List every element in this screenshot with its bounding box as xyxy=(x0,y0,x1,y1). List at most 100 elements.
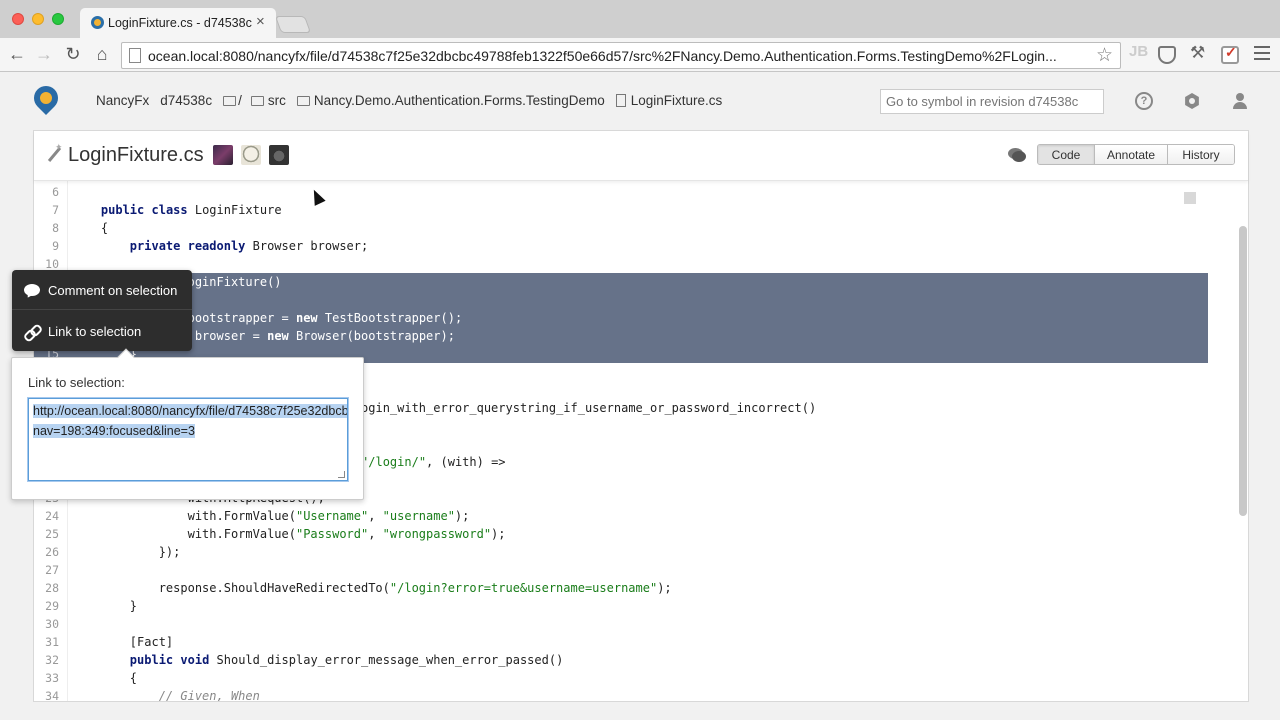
code-line[interactable]: 34 // Given, When xyxy=(34,687,1208,701)
browser-tab[interactable]: LoginFixture.cs - d74538c × xyxy=(80,8,276,38)
code-line[interactable]: 13 var bootstrapper = new TestBootstrapp… xyxy=(34,309,1208,327)
code-text: public void Should_display_error_message… xyxy=(129,653,564,667)
tools-extension-icon[interactable]: ⚒ xyxy=(1190,43,1208,62)
window-maximize-button[interactable] xyxy=(52,13,64,25)
code-line[interactable]: 27 xyxy=(34,561,1208,579)
tab-history[interactable]: History xyxy=(1168,145,1234,164)
settings-icon[interactable] xyxy=(1183,92,1201,110)
line-number[interactable]: 34 xyxy=(34,687,59,701)
code-line[interactable]: 33 { xyxy=(34,669,1208,687)
code-line[interactable]: 14 this.browser = new Browser(bootstrapp… xyxy=(34,327,1208,345)
line-number[interactable]: 30 xyxy=(34,615,59,633)
comment-on-selection-button[interactable]: Comment on selection xyxy=(12,272,192,308)
link-popover: Link to selection: http://ocean.local:80… xyxy=(11,348,364,500)
page-scrollbar[interactable] xyxy=(1239,226,1247,516)
line-number[interactable]: 7 xyxy=(34,201,59,219)
code-line[interactable]: 24 with.FormValue("Username", "username"… xyxy=(34,507,1208,525)
page-icon xyxy=(129,48,141,63)
address-bar[interactable]: ocean.local:8080/nancyfx/file/d74538c7f2… xyxy=(121,42,1121,69)
browser-menu-icon[interactable] xyxy=(1254,46,1270,64)
breadcrumb: NancyFx d74538c / src Nancy.Demo.Authent… xyxy=(96,93,722,108)
code-line[interactable]: 10 xyxy=(34,255,1208,273)
line-number[interactable]: 8 xyxy=(34,219,59,237)
code-text: private readonly Browser browser; xyxy=(129,239,369,253)
code-line[interactable]: 8 { xyxy=(34,219,1208,237)
tab-code[interactable]: Code xyxy=(1038,145,1095,164)
breadcrumb-revision[interactable]: d74538c xyxy=(160,93,212,108)
code-text: [Fact] xyxy=(72,635,174,649)
line-number[interactable]: 6 xyxy=(34,183,59,201)
folder-icon xyxy=(250,95,264,106)
view-toggle: Code Annotate History xyxy=(1037,144,1235,165)
bookmark-star-icon[interactable]: ☆ xyxy=(1096,44,1113,67)
favicon-icon xyxy=(91,16,104,29)
user-icon[interactable] xyxy=(1231,92,1249,110)
code-text: { xyxy=(72,671,138,685)
tab-close-icon[interactable]: × xyxy=(256,13,265,30)
link-icon xyxy=(24,325,40,339)
code-line[interactable]: 26 }); xyxy=(34,543,1208,561)
line-number[interactable]: 24 xyxy=(34,507,59,525)
code-line[interactable]: 11 public LoginFixture() xyxy=(34,273,1208,291)
app-logo-icon[interactable] xyxy=(29,81,63,115)
code-line[interactable]: 32 public void Should_display_error_mess… xyxy=(34,651,1208,669)
code-line[interactable]: 29 } xyxy=(34,597,1208,615)
code-text: with.FormValue("Password", "wrongpasswor… xyxy=(72,527,506,541)
new-tab-button[interactable] xyxy=(274,16,312,33)
line-number[interactable]: 29 xyxy=(34,597,59,615)
contributor-avatar[interactable] xyxy=(213,145,233,165)
code-line[interactable]: 6 xyxy=(34,183,1208,201)
contributor-avatar[interactable] xyxy=(241,145,261,165)
help-icon[interactable]: ? xyxy=(1135,92,1153,110)
line-number[interactable]: 25 xyxy=(34,525,59,543)
code-text: public class LoginFixture xyxy=(100,203,282,217)
menu-item-label: Link to selection xyxy=(48,324,142,339)
link-to-selection-button[interactable]: Link to selection xyxy=(12,313,192,349)
menu-divider xyxy=(12,309,192,310)
breadcrumb-repo[interactable]: NancyFx xyxy=(96,93,149,108)
code-line[interactable]: 7 public class LoginFixture xyxy=(34,201,1208,219)
app-header: NancyFx d74538c / src Nancy.Demo.Authent… xyxy=(0,72,1280,130)
line-number[interactable]: 28 xyxy=(34,579,59,597)
code-line[interactable]: 9 private readonly Browser browser; xyxy=(34,237,1208,255)
breadcrumb-project[interactable]: Nancy.Demo.Authentication.Forms.TestingD… xyxy=(314,93,605,108)
url-text[interactable]: ocean.local:8080/nancyfx/file/d74538c7f2… xyxy=(148,48,1088,64)
menu-item-label: Comment on selection xyxy=(48,283,178,298)
browser-tab-bar: LoginFixture.cs - d74538c × xyxy=(0,0,1280,38)
file-header: LoginFixture.cs Code Annotate History xyxy=(34,131,1248,181)
resize-handle[interactable] xyxy=(338,471,345,478)
window-close-button[interactable] xyxy=(12,13,24,25)
code-line[interactable]: 31 [Fact] xyxy=(34,633,1208,651)
pocket-extension-icon[interactable] xyxy=(1158,46,1176,64)
code-line[interactable]: 25 with.FormValue("Password", "wrongpass… xyxy=(34,525,1208,543)
code-line[interactable]: 30 xyxy=(34,615,1208,633)
selection-link-field[interactable]: http://ocean.local:8080/nancyfx/file/d74… xyxy=(28,398,348,481)
line-number[interactable]: 33 xyxy=(34,669,59,687)
symbol-search-input[interactable] xyxy=(880,89,1104,114)
browser-toolbar: ← → ↻ ⌂ ocean.local:8080/nancyfx/file/d7… xyxy=(0,38,1280,72)
breadcrumb-file: LoginFixture.cs xyxy=(630,93,723,108)
forward-button[interactable]: → xyxy=(33,44,55,65)
todo-extension-icon[interactable] xyxy=(1221,44,1239,64)
tab-title: LoginFixture.cs - d74538c xyxy=(108,16,252,30)
comments-icon[interactable] xyxy=(1008,148,1026,162)
line-number[interactable]: 32 xyxy=(34,651,59,669)
reload-button[interactable]: ↻ xyxy=(62,44,84,65)
line-number[interactable]: 27 xyxy=(34,561,59,579)
breadcrumb-dir[interactable]: src xyxy=(268,93,286,108)
contributor-avatar[interactable] xyxy=(269,145,289,165)
back-button[interactable]: ← xyxy=(6,44,28,65)
line-number[interactable]: 9 xyxy=(34,237,59,255)
jetbrains-extension-icon[interactable]: JB xyxy=(1129,43,1148,61)
popover-label: Link to selection: xyxy=(28,375,125,390)
scroll-marker[interactable] xyxy=(1184,192,1196,204)
line-number[interactable]: 31 xyxy=(34,633,59,651)
breadcrumb-root[interactable]: / xyxy=(238,93,242,108)
tab-annotate[interactable]: Annotate xyxy=(1095,145,1168,164)
window-minimize-button[interactable] xyxy=(32,13,44,25)
line-number[interactable]: 26 xyxy=(34,543,59,561)
home-button[interactable]: ⌂ xyxy=(91,44,113,65)
code-line[interactable]: 28 response.ShouldHaveRedirectedTo("/log… xyxy=(34,579,1208,597)
code-line[interactable]: 12 { xyxy=(34,291,1208,309)
code-text: response.ShouldHaveRedirectedTo("/login?… xyxy=(72,581,672,595)
